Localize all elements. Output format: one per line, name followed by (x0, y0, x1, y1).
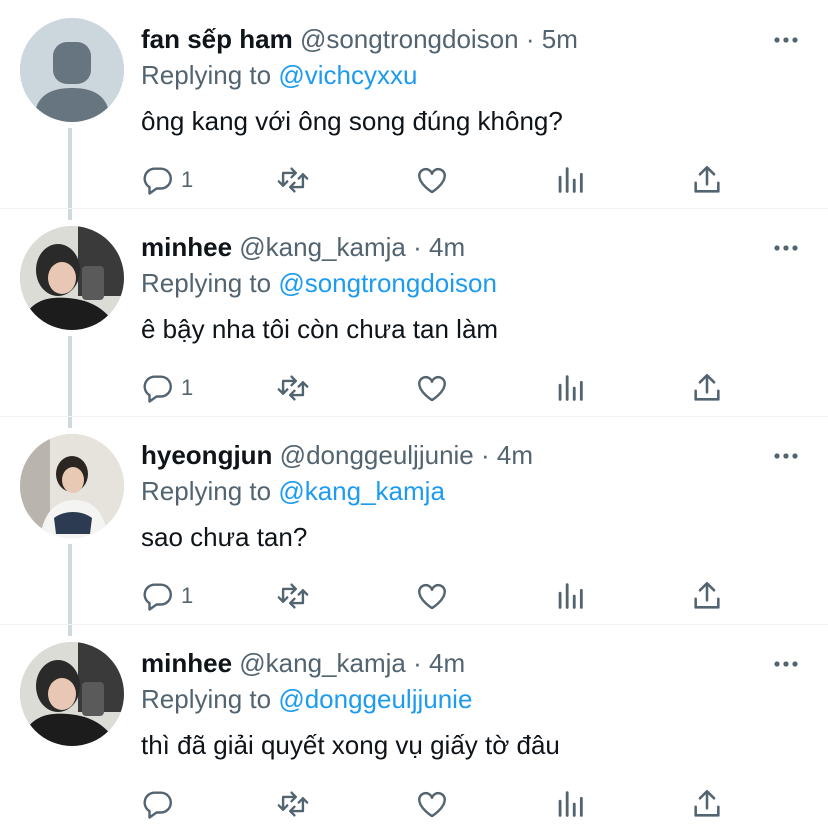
timestamp[interactable]: 4m (429, 232, 465, 262)
separator-dot: · (481, 440, 490, 470)
retweet-icon (277, 167, 309, 193)
more-options-icon[interactable] (772, 22, 800, 56)
default-avatar-icon (20, 18, 124, 122)
separator-dot: · (525, 24, 535, 54)
reply-icon (143, 167, 172, 195)
action-bar (141, 784, 741, 824)
analytics-icon (558, 167, 583, 193)
timestamp[interactable]: 4m (497, 440, 533, 470)
replying-to: Replying to @kang_kamja (141, 474, 445, 508)
tweet-header: fan sếp ham @songtrongdoison · 5m (141, 22, 578, 56)
reply-count: 1 (181, 375, 194, 400)
avatar[interactable] (20, 434, 124, 538)
reply-button[interactable]: 1 (141, 576, 193, 616)
separator-dot: · (413, 232, 422, 262)
separator-dot: · (413, 648, 422, 678)
mention-link[interactable]: @kang_kamja (278, 476, 445, 506)
share-icon (694, 789, 720, 817)
mention-link[interactable]: @donggeuljjunie (278, 684, 472, 714)
reply-button[interactable]: 1 (141, 368, 193, 408)
tweet[interactable]: hyeongjun @donggeuljjunie · 4m Replying … (0, 416, 828, 624)
heart-icon (418, 375, 446, 402)
replying-to-label: Replying to (141, 476, 272, 506)
tweet-header: minhee @kang_kamja · 4m (141, 230, 465, 264)
more-options-icon[interactable] (772, 646, 800, 680)
reply-count: 1 (181, 583, 194, 608)
photo-avatar-icon (20, 434, 124, 538)
share-button[interactable] (690, 160, 724, 200)
tweet-text: sao chưa tan? (141, 522, 308, 552)
analytics-button[interactable] (553, 576, 587, 616)
action-bar: 1 (141, 576, 741, 616)
reply-button[interactable] (141, 784, 181, 824)
reply-icon (143, 583, 172, 611)
tweet-text: ê bậy nha tôi còn chưa tan làm (141, 314, 499, 344)
heart-icon (418, 791, 446, 818)
timestamp[interactable]: 4m (429, 648, 465, 678)
replying-to: Replying to @donggeuljjunie (141, 682, 472, 716)
analytics-icon (558, 583, 583, 609)
avatar[interactable] (20, 18, 124, 122)
avatar[interactable] (20, 642, 124, 746)
timestamp[interactable]: 5m (542, 24, 578, 54)
user-handle[interactable]: @kang_kamja (239, 232, 406, 262)
analytics-button[interactable] (553, 368, 587, 408)
tweet[interactable]: minhee @kang_kamja · 4m Replying to @son… (0, 208, 828, 416)
like-button[interactable] (415, 784, 449, 824)
action-bar: 1 (141, 368, 741, 408)
replying-to-label: Replying to (141, 60, 272, 90)
tweet[interactable]: fan sếp ham @songtrongdoison · 5m Replyi… (0, 0, 828, 208)
analytics-button[interactable] (553, 784, 587, 824)
reply-icon (143, 375, 172, 403)
analytics-icon (558, 791, 583, 817)
heart-icon (418, 167, 446, 194)
share-button[interactable] (690, 576, 724, 616)
heart-icon (418, 583, 446, 610)
display-name[interactable]: fan sếp ham (141, 24, 293, 54)
replying-to: Replying to @songtrongdoison (141, 266, 497, 300)
retweet-icon (277, 791, 309, 817)
reply-button[interactable]: 1 (141, 160, 193, 200)
user-handle[interactable]: @songtrongdoison (300, 24, 519, 54)
mention-link[interactable]: @songtrongdoison (278, 268, 497, 298)
retweet-icon (277, 583, 309, 609)
analytics-button[interactable] (553, 160, 587, 200)
tweet[interactable]: minhee @kang_kamja · 4m Replying to @don… (0, 624, 828, 832)
retweet-button[interactable] (276, 784, 310, 824)
share-icon (694, 581, 720, 609)
reply-icon (143, 791, 172, 819)
display-name[interactable]: minhee (141, 232, 232, 262)
more-options-icon[interactable] (772, 438, 800, 472)
mention-link[interactable]: @vichcyxxu (278, 60, 417, 90)
like-button[interactable] (415, 368, 449, 408)
photo-avatar-icon (20, 642, 124, 746)
avatar[interactable] (20, 226, 124, 330)
action-bar: 1 (141, 160, 741, 200)
reply-count: 1 (181, 167, 194, 192)
tweet-text: ông kang với ông song đúng không? (141, 106, 563, 136)
retweet-button[interactable] (276, 576, 310, 616)
display-name[interactable]: hyeongjun (141, 440, 272, 470)
more-options-icon[interactable] (772, 230, 800, 264)
user-handle[interactable]: @kang_kamja (239, 648, 406, 678)
tweet-header: minhee @kang_kamja · 4m (141, 646, 465, 680)
replying-to-label: Replying to (141, 684, 272, 714)
tweet-text: thì đã giải quyết xong vụ giấy tờ đâu (141, 730, 560, 760)
share-button[interactable] (690, 784, 724, 824)
tweet-header: hyeongjun @donggeuljjunie · 4m (141, 438, 533, 472)
analytics-icon (558, 375, 583, 401)
replying-to-label: Replying to (141, 268, 272, 298)
share-icon (694, 165, 720, 193)
share-button[interactable] (690, 368, 724, 408)
like-button[interactable] (415, 576, 449, 616)
user-handle[interactable]: @donggeuljjunie (280, 440, 474, 470)
retweet-button[interactable] (276, 160, 310, 200)
photo-avatar-icon (20, 226, 124, 330)
share-icon (694, 373, 720, 401)
replying-to: Replying to @vichcyxxu (141, 58, 417, 92)
like-button[interactable] (415, 160, 449, 200)
retweet-button[interactable] (276, 368, 310, 408)
display-name[interactable]: minhee (141, 648, 232, 678)
retweet-icon (277, 375, 309, 401)
